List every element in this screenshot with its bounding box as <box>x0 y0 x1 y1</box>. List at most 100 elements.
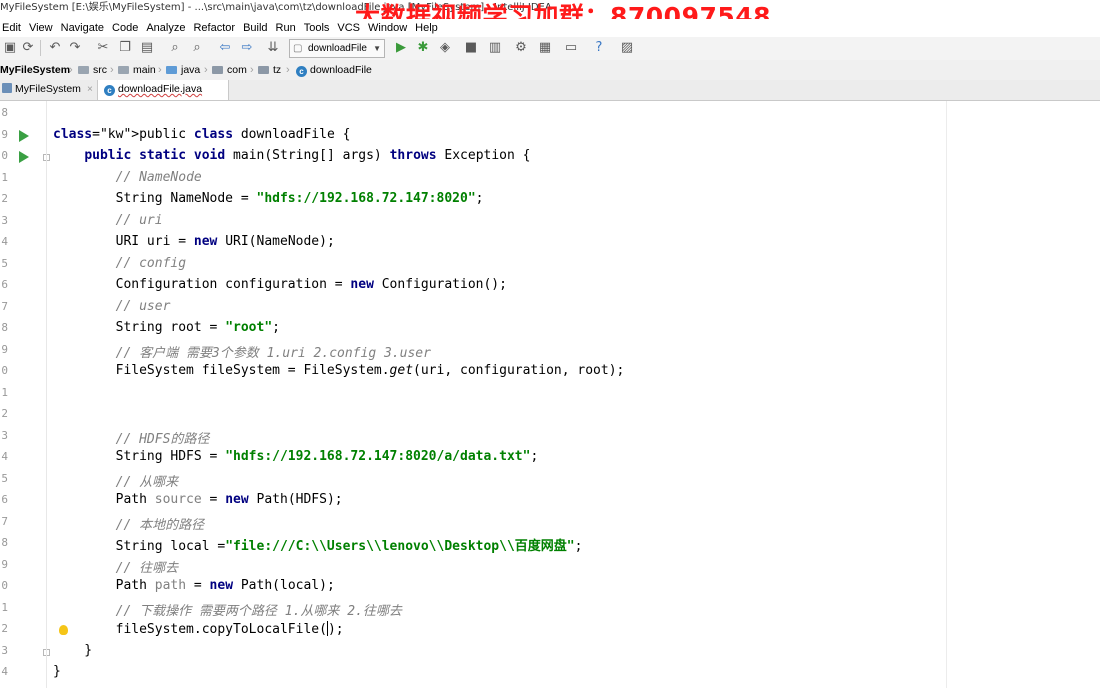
menu-view[interactable]: View <box>25 19 57 37</box>
editor-gutter: 8 9 0 1 2 3 4 5 6 7 8 9 0 1 2 3 4 5 6 7 8 9 0 1 2 3 4 <box>0 101 68 688</box>
code-line[interactable]: // 从哪来 <box>53 471 178 490</box>
run-class-icon[interactable] <box>19 129 29 142</box>
structure-icon[interactable]: ▭ <box>563 40 579 56</box>
tab-myfilesystem[interactable]: MyFileSystem × <box>0 80 96 100</box>
line-number: 9 <box>1 557 8 571</box>
code-line[interactable]: // 本地的路径 <box>53 514 204 533</box>
chevron-right-icon: › <box>110 64 114 76</box>
menu-run[interactable]: Run <box>272 19 300 37</box>
tab-label: downloadFile.java <box>118 83 203 95</box>
replace-icon[interactable]: ⌕ <box>189 40 205 56</box>
breadcrumb-tz[interactable]: tz <box>258 60 281 80</box>
line-number: 4 <box>1 235 8 248</box>
code-line[interactable]: // user <box>53 299 171 314</box>
class-icon: c <box>296 66 307 77</box>
menu-navigate[interactable]: Navigate <box>57 19 108 37</box>
cut-icon[interactable]: ✂ <box>95 40 111 56</box>
sdk-icon[interactable]: ⚙ <box>513 40 529 56</box>
undo-icon[interactable]: ↶ <box>47 40 63 56</box>
watermark: 大数据视频学习加群：870097548 <box>355 2 772 20</box>
line-number: 1 <box>1 385 8 399</box>
folder-icon <box>118 66 129 74</box>
text-caret <box>326 621 328 636</box>
folder-icon <box>78 66 89 74</box>
build-icon[interactable]: ⇊ <box>265 40 281 56</box>
breadcrumb-src[interactable]: src <box>78 60 107 80</box>
tab-label: MyFileSystem <box>15 83 81 95</box>
project-structure-icon[interactable]: ▥ <box>487 40 503 56</box>
redo-icon[interactable]: ↷ <box>67 40 83 56</box>
code-line[interactable]: } <box>53 643 92 658</box>
code-line[interactable]: // 往哪去 <box>53 557 178 576</box>
forward-icon[interactable]: ⇨ <box>239 40 255 56</box>
back-icon[interactable]: ⇦ <box>217 40 233 56</box>
close-icon[interactable]: × <box>87 84 93 95</box>
breadcrumb-java[interactable]: java <box>166 60 200 80</box>
breadcrumb-main-label: main <box>133 64 156 76</box>
breadcrumb-class[interactable]: c downloadFile <box>296 60 372 80</box>
code-line[interactable]: Path source = new Path(HDFS); <box>53 492 343 507</box>
menu-window[interactable]: Window <box>364 19 411 37</box>
menu-refactor[interactable]: Refactor <box>189 19 239 37</box>
settings-icon[interactable]: ▦ <box>537 40 553 56</box>
breadcrumb-com-label: com <box>227 64 247 76</box>
menu-code[interactable]: Code <box>108 19 142 37</box>
find-icon[interactable]: ⌕ <box>167 40 183 56</box>
code-line[interactable]: public static void main(String[] args) t… <box>53 148 530 163</box>
tab-downloadfile[interactable]: c downloadFile.java <box>97 80 229 100</box>
breadcrumb-java-label: java <box>181 64 201 76</box>
debug-icon[interactable]: ✱ <box>415 40 431 56</box>
code-line[interactable]: // config <box>53 256 186 271</box>
line-number: 6 <box>1 278 8 291</box>
code-line[interactable]: // HDFS的路径 <box>53 428 210 447</box>
breadcrumb-project[interactable]: MyFileSystem <box>0 60 70 80</box>
menu-tools[interactable]: Tools <box>300 19 334 37</box>
coverage-icon[interactable]: ◈ <box>437 40 453 56</box>
right-margin-guide <box>946 101 947 688</box>
code-editor[interactable]: 8 9 0 1 2 3 4 5 6 7 8 9 0 1 2 3 4 5 6 7 8 9 0 1 2 3 4 class="kw">p… <box>0 101 1100 688</box>
sync-icon[interactable]: ⟳ <box>20 40 36 56</box>
chevron-right-icon: › <box>204 64 208 76</box>
line-number: 6 <box>1 493 8 506</box>
line-number: 7 <box>1 514 8 528</box>
breadcrumb-com[interactable]: com <box>212 60 247 80</box>
code-line[interactable]: class="kw">public class downloadFile { <box>53 127 350 142</box>
line-number: 2 <box>1 622 8 635</box>
save-icon[interactable]: ▣ <box>2 40 18 56</box>
menu-build[interactable]: Build <box>239 19 271 37</box>
code-line[interactable]: fileSystem.copyToLocalFile(); <box>53 621 344 637</box>
run-configuration-select[interactable]: ▢ downloadFile ▼ <box>289 39 385 58</box>
menu-analyze[interactable]: Analyze <box>142 19 189 37</box>
breadcrumb-main[interactable]: main <box>118 60 156 80</box>
code-line[interactable]: // 客户端 需要3个参数 1.uri 2.config 3.user <box>53 342 431 361</box>
code-line[interactable]: // NameNode <box>53 170 202 185</box>
breadcrumb-src-label: src <box>93 64 107 76</box>
chevron-right-icon: › <box>158 64 162 76</box>
code-line[interactable]: } <box>53 664 61 679</box>
code-line[interactable]: URI uri = new URI(NameNode); <box>53 234 335 249</box>
menu-help[interactable]: Help <box>411 19 442 37</box>
terminal-icon[interactable]: ▨ <box>619 40 635 56</box>
code-line[interactable]: // uri <box>53 213 163 228</box>
help-icon[interactable]: ? <box>591 40 607 56</box>
line-number: 4 <box>1 665 8 678</box>
paste-icon[interactable]: ▤ <box>139 40 155 56</box>
code-line[interactable]: String root = "root"; <box>53 320 280 335</box>
code-line[interactable]: String local ="file:///C:\\Users\\lenovo… <box>53 535 583 554</box>
code-line[interactable]: Configuration configuration = new Config… <box>53 277 507 292</box>
menu-edit[interactable]: Edit <box>0 19 25 37</box>
code-line[interactable]: String NameNode = "hdfs://192.168.72.147… <box>53 191 484 206</box>
code-line[interactable]: // 下载操作 需要两个路径 1.从哪来 2.往哪去 <box>53 600 402 619</box>
code-line[interactable]: FileSystem fileSystem = FileSystem.get(u… <box>53 363 625 378</box>
folder-icon <box>166 66 177 74</box>
run-configuration-label: downloadFile <box>308 43 367 54</box>
menu-vcs[interactable]: VCS <box>333 19 364 37</box>
chevron-right-icon: › <box>286 64 290 76</box>
run-main-icon[interactable] <box>19 151 29 163</box>
code-line[interactable]: String HDFS = "hdfs://192.168.72.147:802… <box>53 449 539 464</box>
run-icon[interactable]: ▶ <box>393 40 409 56</box>
stop-icon[interactable]: ■ <box>463 40 479 56</box>
code-line[interactable]: Path path = new Path(local); <box>53 578 335 593</box>
copy-icon[interactable]: ❐ <box>117 40 133 56</box>
toolbar: ▣ ⟳ ↶ ↷ ✂ ❐ ▤ ⌕ ⌕ ⇦ ⇨ ⇊ ▢ downloadFile ▼… <box>0 37 1100 61</box>
